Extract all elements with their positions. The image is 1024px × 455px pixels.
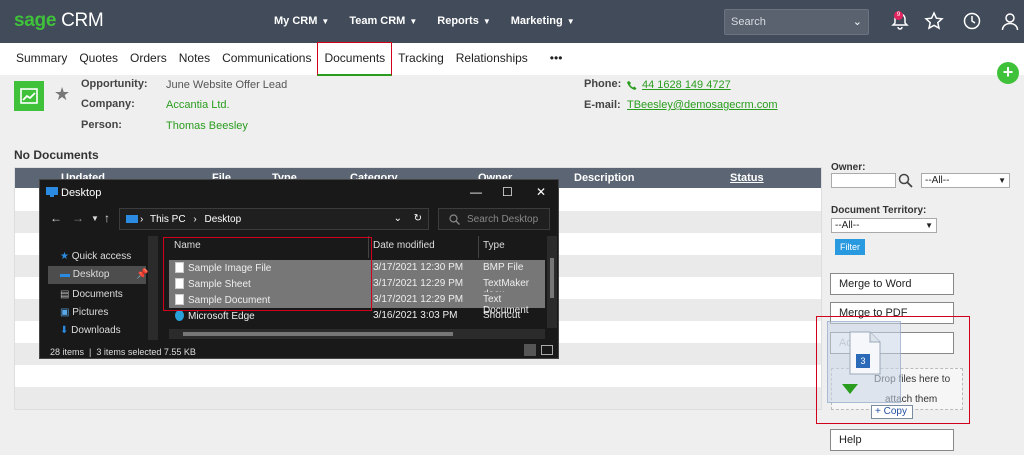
person-link[interactable]: Thomas Beesley xyxy=(166,120,248,132)
main-nav: My CRM ▼ Team CRM ▼ Reports ▼ Marketing ▼ xyxy=(274,15,575,27)
forward-arrow-icon[interactable]: → xyxy=(72,211,84,225)
nav-reports[interactable]: Reports ▼ xyxy=(437,15,490,27)
details-view-icon[interactable] xyxy=(524,344,536,356)
nav-marketing[interactable]: Marketing ▼ xyxy=(511,15,575,27)
add-button[interactable]: + xyxy=(997,62,1019,84)
tab-quotes[interactable]: Quotes xyxy=(73,43,124,75)
horizontal-scrollbar[interactable] xyxy=(169,329,545,339)
owner-select[interactable]: --All-- ▼ xyxy=(921,173,1010,188)
col-date-modified[interactable]: Date modified xyxy=(373,240,435,251)
phone-link[interactable]: 44 1628 149 4727 xyxy=(642,79,731,91)
desktop-icon: ▬ xyxy=(60,269,70,280)
search-icon xyxy=(449,214,460,225)
downloads-icon: ⬇ xyxy=(60,325,69,336)
table-row xyxy=(15,387,821,409)
tab-summary[interactable]: Summary xyxy=(10,43,73,75)
merge-to-word-button[interactable]: Merge to Word xyxy=(830,273,954,295)
sidebar-documents[interactable]: ▤ Documents xyxy=(60,289,123,300)
tab-relationships[interactable]: Relationships xyxy=(450,43,534,75)
top-bar: sage CRM My CRM ▼ Team CRM ▼ Reports ▼ Mark… xyxy=(0,0,1024,43)
breadcrumb-desktop[interactable]: Desktop xyxy=(204,214,241,225)
up-arrow-icon[interactable]: ↑ xyxy=(104,211,110,225)
nav-team-crm[interactable]: Team CRM ▼ xyxy=(349,15,417,27)
company-label: Company: xyxy=(81,98,135,110)
phone-icon xyxy=(627,81,637,90)
email-link[interactable]: TBeesley@demosagecrm.com xyxy=(627,99,778,111)
phone-label: Phone: xyxy=(584,78,622,90)
tab-tracking[interactable]: Tracking xyxy=(392,43,450,75)
selection-highlight xyxy=(163,237,372,311)
help-button[interactable]: Help xyxy=(830,429,954,451)
sidebar-downloads[interactable]: ⬇ Downloads xyxy=(60,325,121,336)
email-label: E-mail: xyxy=(584,99,621,111)
edge-icon xyxy=(175,310,184,321)
tab-communications[interactable]: Communications xyxy=(216,43,317,75)
tab-orders[interactable]: Orders xyxy=(124,43,173,75)
sidebar-scrollbar[interactable] xyxy=(148,236,158,340)
owner-label: Owner: xyxy=(831,162,866,173)
person-label: Person: xyxy=(81,119,122,131)
search-input[interactable]: Search ⌄ xyxy=(724,9,869,35)
tab-notes[interactable]: Notes xyxy=(173,43,216,75)
chevron-down-icon[interactable]: ⌄ xyxy=(394,213,402,224)
col-type[interactable]: Type xyxy=(483,240,505,251)
maximize-icon[interactable]: ☐ xyxy=(502,185,513,199)
minimize-icon[interactable]: — xyxy=(470,185,482,199)
desktop-folder-icon xyxy=(46,187,58,197)
refresh-icon[interactable]: ↻ xyxy=(414,213,422,224)
large-icons-view-icon[interactable] xyxy=(541,345,553,355)
chevron-down-icon[interactable]: ⌄ xyxy=(853,15,862,28)
opportunity-value: June Website Offer Lead xyxy=(166,79,288,91)
opportunity-icon xyxy=(14,81,44,111)
drop-highlight xyxy=(816,316,970,424)
breadcrumb-this-pc[interactable]: This PC xyxy=(150,214,186,225)
notification-badge: 9 xyxy=(894,11,903,20)
opportunity-label: Opportunity: xyxy=(81,78,148,90)
owner-input[interactable] xyxy=(831,173,896,188)
documents-icon: ▤ xyxy=(60,289,70,300)
sage-crm-logo[interactable]: sage CRM xyxy=(14,10,104,32)
favorite-star-icon[interactable]: ★ xyxy=(54,84,70,105)
territory-label: Document Territory: xyxy=(831,205,927,216)
nav-my-crm[interactable]: My CRM ▼ xyxy=(274,15,329,27)
clock-icon[interactable] xyxy=(962,11,982,31)
tab-documents[interactable]: Documents xyxy=(317,42,393,76)
search-icon[interactable] xyxy=(898,173,913,188)
window-title: Desktop xyxy=(61,187,102,199)
col-description[interactable]: Description xyxy=(574,172,635,184)
territory-select[interactable]: --All-- ▼ xyxy=(831,218,937,233)
filter-button[interactable]: Filter xyxy=(835,239,865,255)
tab-more[interactable]: ••• xyxy=(544,43,569,75)
explorer-search-input[interactable]: Search Desktop xyxy=(438,208,550,230)
tab-bar: Summary Quotes Orders Notes Communicatio… xyxy=(0,42,1024,76)
no-documents-title: No Documents xyxy=(14,148,99,162)
recent-locations-icon[interactable]: ▼ xyxy=(91,214,99,223)
user-icon[interactable] xyxy=(1000,11,1020,31)
close-icon[interactable]: ✕ xyxy=(536,185,546,199)
star-icon[interactable] xyxy=(924,11,944,31)
address-bar[interactable]: › This PC › Desktop ⌄ ↻ xyxy=(119,208,429,230)
sidebar-pictures[interactable]: ▣ Pictures xyxy=(60,307,108,318)
sidebar-desktop[interactable]: ▬ Desktop 📌 xyxy=(48,266,149,284)
col-status[interactable]: Status xyxy=(730,172,764,184)
status-bar: 28 items | 3 items selected 7.55 KB xyxy=(50,347,196,357)
pictures-icon: ▣ xyxy=(60,307,70,318)
pin-icon: 📌 xyxy=(136,269,149,280)
vertical-scrollbar[interactable] xyxy=(547,236,557,328)
star-icon: ★ xyxy=(60,251,69,262)
back-arrow-icon[interactable]: ← xyxy=(50,211,62,225)
company-link[interactable]: Accantia Ltd. xyxy=(166,99,230,111)
sidebar-quick-access[interactable]: ★ Quick access xyxy=(60,251,131,262)
pc-icon xyxy=(126,215,138,223)
